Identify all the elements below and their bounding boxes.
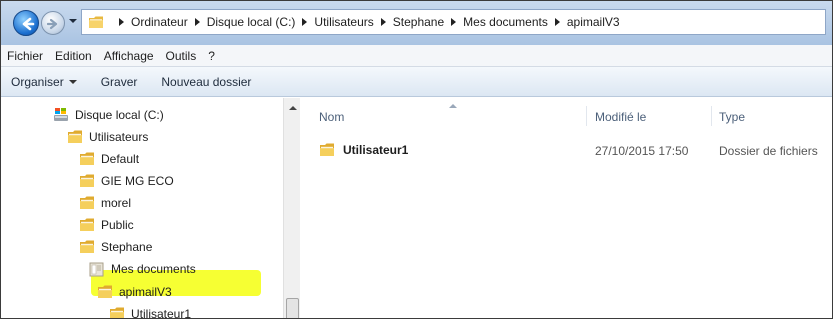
- forward-button[interactable]: [41, 11, 65, 35]
- drive-icon: [54, 108, 68, 121]
- tree-item[interactable]: GIE MG ECO: [79, 171, 174, 191]
- column-header-name[interactable]: Nom: [319, 110, 344, 124]
- folder-icon: [320, 143, 334, 156]
- breadcrumb-item[interactable]: Mes documents: [463, 15, 548, 29]
- tree-item[interactable]: morel: [79, 193, 131, 213]
- folder-icon: [80, 174, 94, 187]
- menu-item[interactable]: Outils: [166, 49, 197, 63]
- tree-item[interactable]: Disque local (C:): [53, 105, 164, 125]
- breadcrumb-separator-icon[interactable]: [380, 18, 386, 26]
- breadcrumb-separator-icon[interactable]: [554, 18, 560, 26]
- breadcrumb-separator-icon[interactable]: [451, 18, 457, 26]
- tree-item-label: Utilisateurs: [89, 130, 149, 144]
- file-row[interactable]: Utilisateur1 27/10/2015 17:50 Dossier de…: [319, 140, 829, 160]
- organize-button[interactable]: Organiser: [11, 75, 77, 89]
- folder-icon: [80, 240, 94, 253]
- new-folder-button[interactable]: Nouveau dossier: [161, 75, 251, 89]
- back-button[interactable]: [13, 10, 39, 36]
- breadcrumb-separator-icon[interactable]: [302, 18, 308, 26]
- document-folder-icon: [89, 262, 104, 277]
- folder-icon: [80, 152, 94, 165]
- tree-item-label: Stephane: [101, 240, 153, 254]
- tree-item-label: Mes documents: [111, 262, 196, 276]
- breadcrumb: Ordinateur Disque local (C:) Utilisateurs S…: [112, 15, 620, 29]
- column-divider[interactable]: [711, 106, 712, 126]
- new-folder-label: Nouveau dossier: [161, 74, 252, 89]
- arrow-right-icon: [47, 18, 58, 30]
- menu-item[interactable]: Fichier: [7, 49, 43, 63]
- file-modified: 27/10/2015 17:50: [595, 144, 689, 158]
- tree-item-label: morel: [101, 196, 132, 210]
- file-name: Utilisateur1: [343, 143, 409, 157]
- tree-item-label: Utilisateur1: [131, 307, 192, 319]
- organize-label: Organiser: [11, 74, 64, 89]
- file-name-cell: Utilisateur1: [319, 142, 408, 158]
- breadcrumb-item[interactable]: apimailV3: [567, 15, 620, 29]
- breadcrumb-separator-icon[interactable]: [119, 18, 124, 26]
- navigation-scrollbar[interactable]: [283, 98, 300, 318]
- folder-icon: [110, 307, 124, 318]
- folder-icon: [68, 130, 82, 143]
- tree-item[interactable]: Public: [79, 215, 134, 235]
- menu-item[interactable]: Affichage: [104, 49, 154, 63]
- file-type: Dossier de fichiers: [719, 144, 818, 158]
- tree-item[interactable]: Utilisateurs: [67, 127, 148, 147]
- breadcrumb-item[interactable]: Disque local (C:): [207, 15, 296, 29]
- command-bar: Organiser Graver Nouveau dossier: [1, 67, 832, 97]
- tree-item[interactable]: Stephane: [79, 237, 152, 257]
- tree-item-label: Public: [101, 218, 134, 232]
- chevron-down-icon: [68, 79, 77, 84]
- menu-bar: Fichier Edition Affichage Outils?: [1, 45, 832, 67]
- recent-pages-dropdown-icon[interactable]: [68, 16, 78, 26]
- column-divider[interactable]: [586, 106, 587, 126]
- breadcrumb-item[interactable]: Ordinateur: [131, 15, 188, 29]
- scroll-up-icon[interactable]: [289, 106, 297, 110]
- folder-icon: [80, 196, 94, 209]
- column-header-type[interactable]: Type: [719, 110, 745, 124]
- tree-item-label: Disque local (C:): [75, 108, 164, 122]
- menu-item[interactable]: Edition: [55, 49, 92, 63]
- navigation-pane: Disque local (C:) Utilisateurs Default GIE …: [1, 98, 300, 319]
- burn-button[interactable]: Graver: [101, 75, 138, 89]
- tree-item[interactable]: Utilisateur1: [109, 304, 192, 319]
- tree-item-label: apimailV3: [119, 285, 172, 299]
- file-list: Nom Modifié le Type Utilisateur1 27/10/2…: [301, 98, 832, 318]
- folder-icon: [98, 285, 112, 298]
- folder-icon: [89, 16, 103, 28]
- menu-item[interactable]: ?: [208, 49, 215, 63]
- breadcrumb-separator-icon[interactable]: [194, 18, 200, 26]
- breadcrumb-item[interactable]: Stephane: [393, 15, 444, 29]
- breadcrumb-item[interactable]: Utilisateurs: [314, 15, 373, 29]
- tree-item[interactable]: Mes documents: [89, 259, 196, 279]
- burn-label: Graver: [100, 74, 138, 89]
- tree-item[interactable]: apimailV3: [97, 282, 172, 302]
- tree-item-label: GIE MG ECO: [101, 174, 174, 188]
- address-bar-area: Ordinateur Disque local (C:) Utilisateurs S…: [1, 1, 832, 45]
- sort-ascending-icon: [449, 104, 457, 108]
- column-header-modified[interactable]: Modifié le: [595, 110, 646, 124]
- address-field[interactable]: Ordinateur Disque local (C:) Utilisateurs S…: [81, 9, 826, 35]
- folder-icon: [80, 218, 94, 231]
- scroll-thumb[interactable]: [286, 298, 299, 318]
- arrow-left-icon: [22, 17, 35, 31]
- tree-item[interactable]: Default: [79, 149, 139, 169]
- tree-item-label: Default: [101, 152, 140, 166]
- explorer-window: Ordinateur Disque local (C:) Utilisateurs S…: [0, 0, 833, 319]
